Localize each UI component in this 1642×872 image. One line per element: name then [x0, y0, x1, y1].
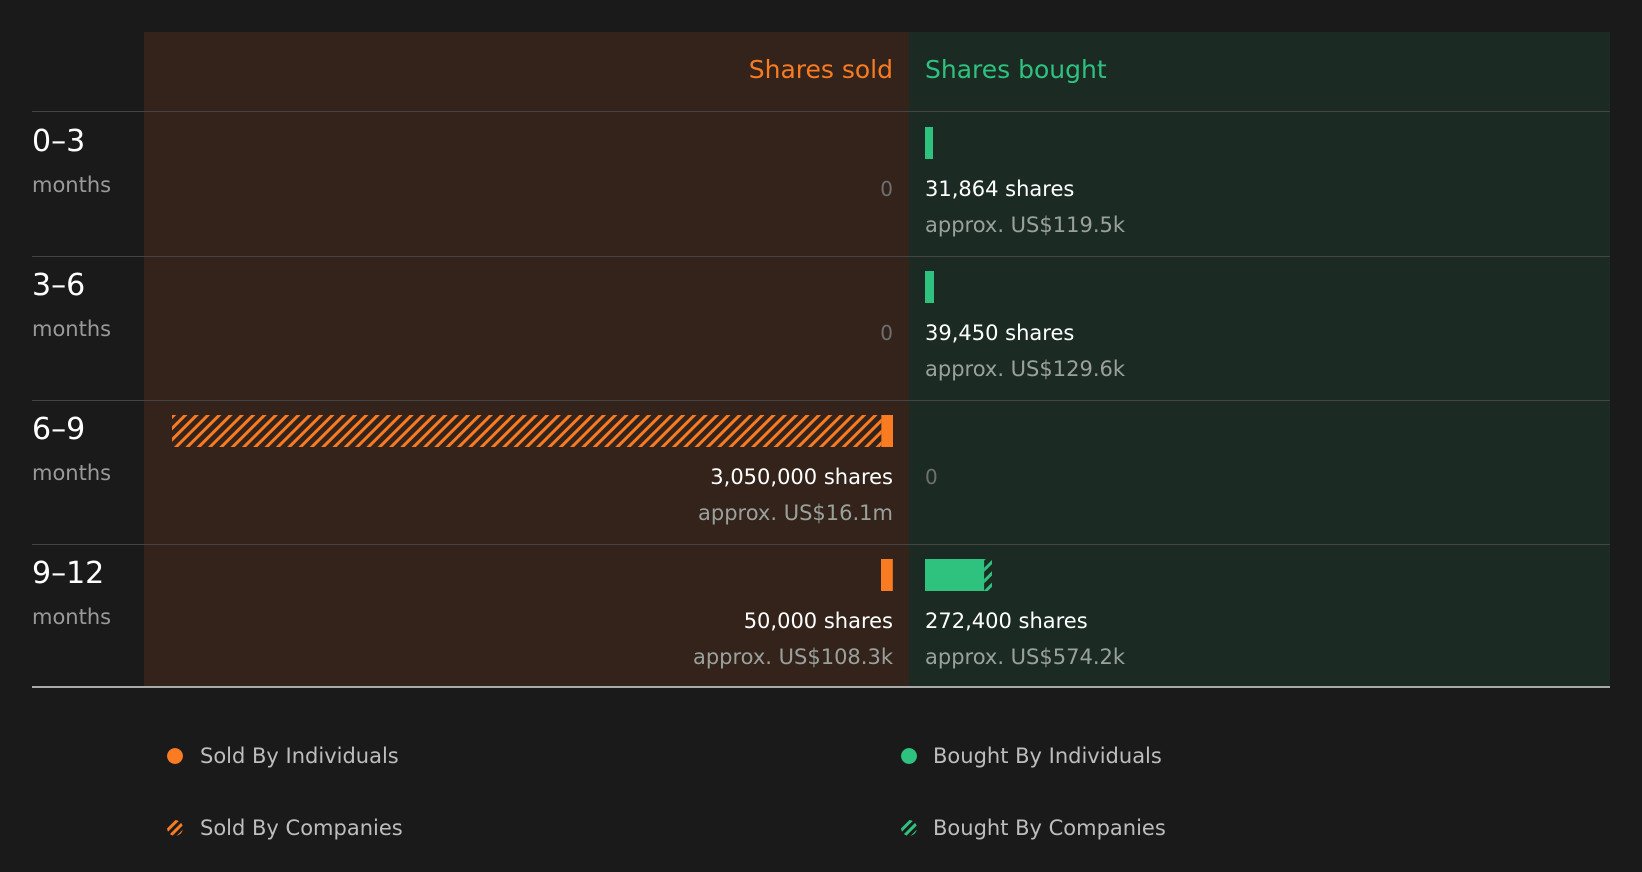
period-unit: months [32, 605, 112, 629]
period-label: 9–12 [32, 556, 105, 591]
bought-shares-label: 272,400 shares [925, 609, 1088, 633]
period-label: 6–9 [32, 412, 86, 447]
legend-sold-by-individuals: Sold By Individuals [200, 744, 399, 768]
period-row-6-9: 6–9 months 3,050,000 shares approx. US$1… [0, 400, 1642, 544]
sold-value-label: approx. US$16.1m [698, 501, 893, 525]
sold-bar [881, 559, 893, 591]
bought-bar [925, 127, 933, 159]
period-unit: months [32, 317, 112, 341]
legend-bought-by-individuals: Bought By Individuals [933, 744, 1162, 768]
period-unit: months [32, 461, 112, 485]
bought-shares-label: 31,864 shares [925, 177, 1075, 201]
bought-by-individuals-segment [925, 271, 935, 303]
bought-bar [925, 271, 935, 303]
legend-swatch [901, 820, 917, 836]
period-row-0-3: 0–3 months 0 31,864 shares approx. US$11… [0, 112, 1642, 256]
sold-by-companies-segment [171, 415, 882, 447]
shares-sold-header: Shares sold [748, 55, 893, 84]
bought-value-label: approx. US$119.5k [925, 213, 1126, 237]
bought-zero-label: 0 [925, 465, 938, 489]
legend-swatch [901, 748, 917, 764]
sold-zero-label: 0 [880, 321, 893, 345]
sold-by-individuals-segment [881, 559, 893, 591]
period-label: 3–6 [32, 268, 86, 303]
sold-zero-label: 0 [880, 177, 893, 201]
bought-by-companies-segment [984, 559, 993, 591]
legend-bought-by-companies: Bought By Companies [933, 816, 1166, 840]
sold-by-individuals-segment [881, 415, 893, 447]
bought-companies-legend-icon [901, 820, 917, 836]
sold-shares-label: 3,050,000 shares [710, 465, 893, 489]
sold-value-label: approx. US$108.3k [692, 645, 893, 669]
bought-value-label: approx. US$129.6k [925, 357, 1126, 381]
sold-individuals-legend-icon [167, 748, 183, 764]
legend-swatch [167, 820, 183, 836]
bought-value-label: approx. US$574.2k [925, 645, 1126, 669]
bought-shares-label: 39,450 shares [925, 321, 1075, 345]
period-label: 0–3 [32, 124, 86, 159]
legend-swatch [167, 748, 183, 764]
period-row-9-12: 9–12 months 50,000 shares approx. US$108… [0, 544, 1642, 688]
legend-sold-by-companies: Sold By Companies [200, 816, 403, 840]
bought-by-individuals-segment [925, 559, 985, 591]
bought-by-individuals-segment [925, 127, 933, 159]
shares-bought-header: Shares bought [925, 55, 1107, 84]
sold-bar [171, 415, 893, 447]
period-unit: months [32, 173, 112, 197]
sold-companies-legend-icon [167, 820, 183, 836]
period-row-3-6: 3–6 months 0 39,450 shares approx. US$12… [0, 256, 1642, 400]
bought-individuals-legend-icon [901, 748, 917, 764]
sold-shares-label: 50,000 shares [743, 609, 893, 633]
bought-bar [925, 559, 993, 591]
